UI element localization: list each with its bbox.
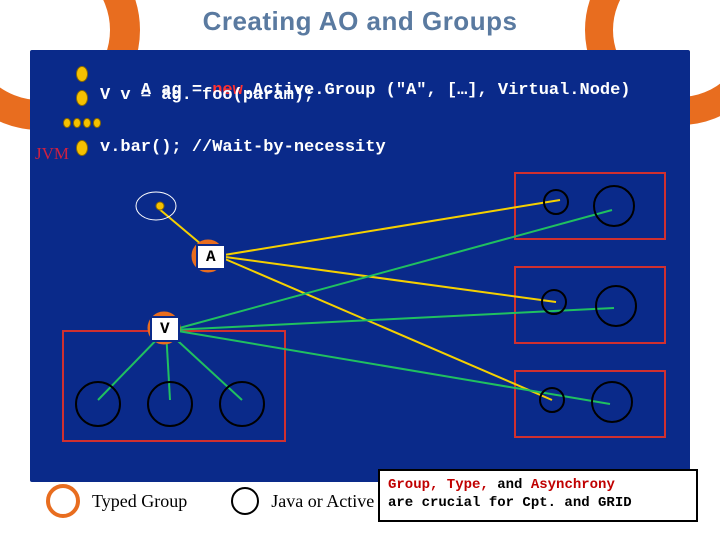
ellipsis-icon: [63, 118, 101, 128]
group-a-label: A: [196, 244, 226, 270]
code-line-3: v.bar(); //Wait-by-necessity: [100, 138, 386, 157]
typed-group-swatch-icon: [46, 484, 80, 518]
node-box: [514, 370, 666, 438]
slide-title: Creating AO and Groups: [0, 6, 720, 37]
footer-note: Group, Type, and Asynchrony are crucial …: [378, 469, 698, 522]
ao-swatch-icon: [231, 487, 259, 515]
legend: Typed Group Java or Active Object: [46, 484, 427, 518]
node-box: [62, 330, 286, 442]
node-box: [514, 172, 666, 240]
bullet-icon: [76, 140, 88, 156]
jvm-label: JVM: [35, 144, 69, 164]
bullet-icon: [76, 66, 88, 82]
group-v-label: V: [150, 316, 180, 342]
code-line-2: V v = ag. foo(param);: [100, 86, 314, 105]
legend-typed-group: Typed Group: [92, 491, 187, 512]
node-box: [514, 266, 666, 344]
bullet-icon: [76, 90, 88, 106]
slide-root: Creating AO and Groups JVM A ag = new.Ac…: [0, 0, 720, 540]
